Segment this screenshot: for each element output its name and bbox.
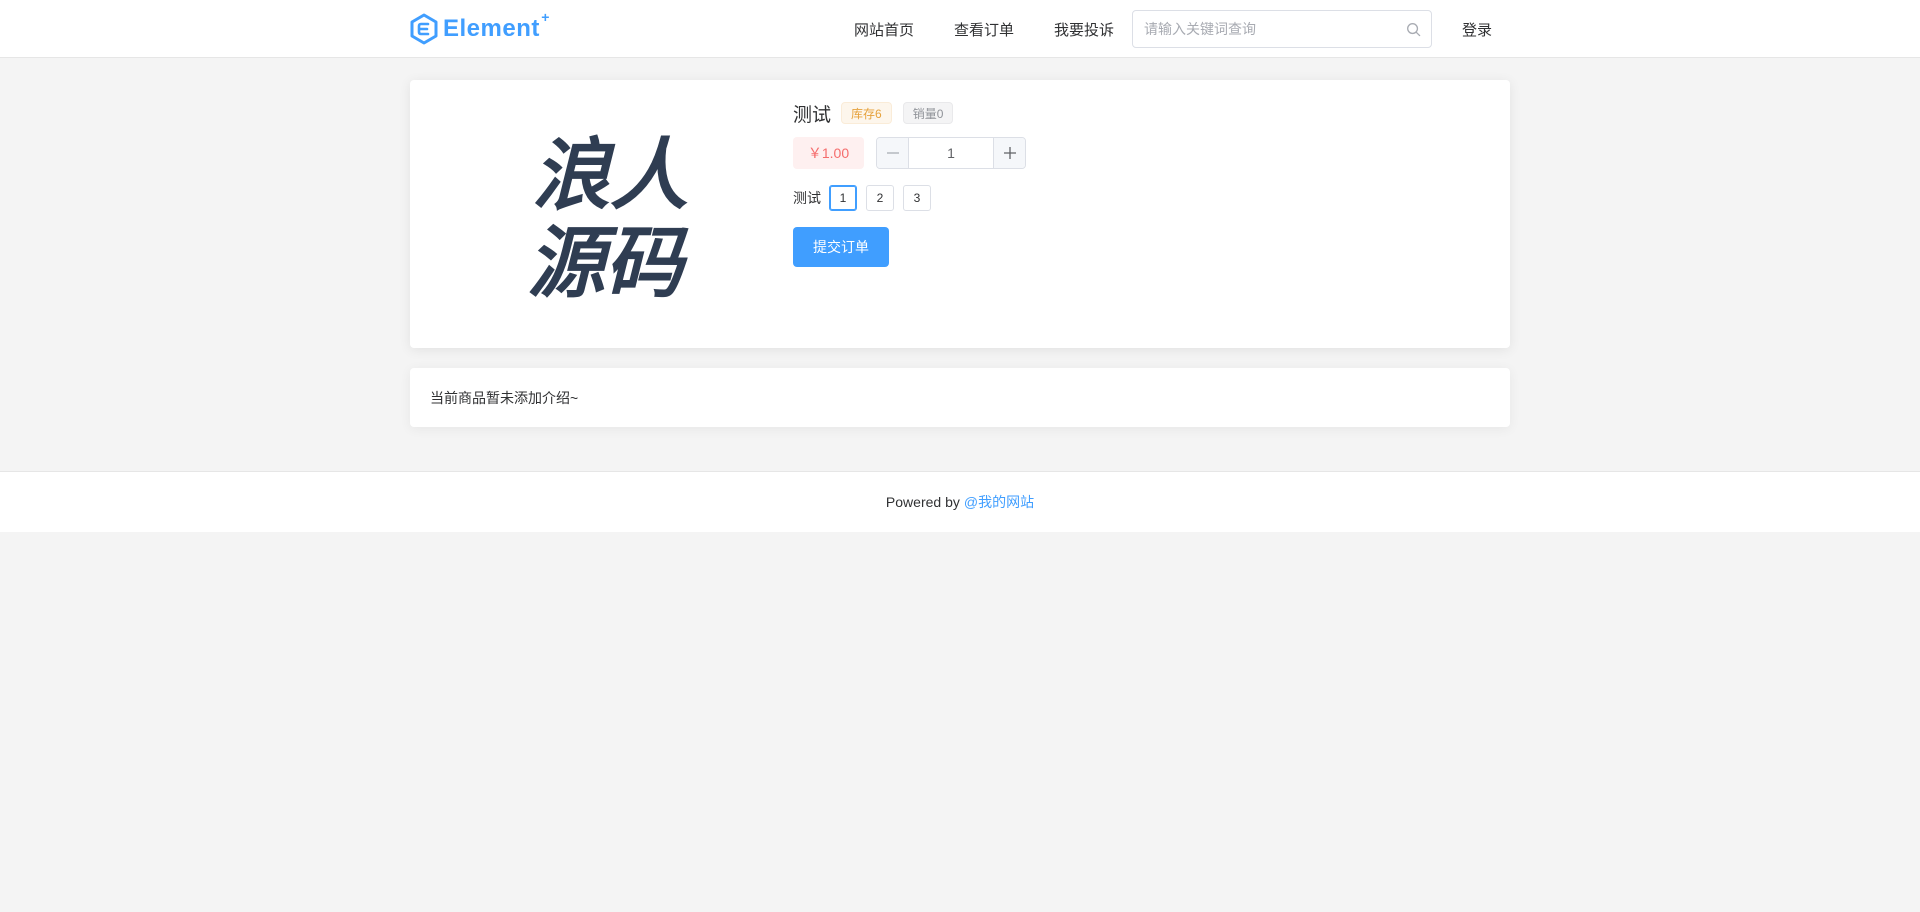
plus-icon bbox=[1003, 147, 1016, 159]
spec-option-2[interactable]: 2 bbox=[866, 185, 894, 211]
logo-sup: + bbox=[541, 9, 550, 25]
sales-badge: 销量0 bbox=[902, 102, 954, 124]
price-row: ￥1.00 1 bbox=[793, 137, 1026, 169]
product-image: 浪人 源码 bbox=[527, 130, 689, 309]
product-card: 浪人 源码 测试 库存6 销量0 ￥1.00 1 测试 1 2 3 提交订单 bbox=[410, 80, 1510, 348]
minus-icon bbox=[886, 152, 899, 154]
footer-site-link[interactable]: @我的网站 bbox=[964, 492, 1034, 512]
powered-by-text: Powered by bbox=[885, 494, 960, 510]
stock-badge: 库存6 bbox=[841, 102, 892, 124]
search-input[interactable] bbox=[1133, 11, 1393, 47]
price-badge: ￥1.00 bbox=[793, 137, 864, 169]
nav-home[interactable]: 网站首页 bbox=[854, 19, 914, 40]
product-info: 测试 库存6 销量0 ￥1.00 1 测试 1 2 3 提交订单 bbox=[793, 100, 1026, 267]
product-image-line2: 源码 bbox=[527, 218, 689, 309]
login-link[interactable]: 登录 bbox=[1462, 0, 1492, 58]
quantity-stepper: 1 bbox=[876, 137, 1026, 169]
description-card: 当前商品暂未添加介绍~ bbox=[410, 368, 1510, 427]
title-row: 测试 库存6 销量0 bbox=[793, 100, 1026, 126]
nav-complaint[interactable]: 我要投诉 bbox=[1054, 19, 1114, 40]
footer: Powered by @我的网站 bbox=[0, 471, 1920, 532]
nav-orders[interactable]: 查看订单 bbox=[954, 19, 1014, 40]
header: Element+ 网站首页 查看订单 我要投诉 登录 bbox=[0, 0, 1920, 58]
increase-button[interactable] bbox=[993, 138, 1025, 168]
spec-label: 测试 bbox=[793, 190, 821, 206]
spec-option-3[interactable]: 3 bbox=[903, 185, 931, 211]
logo-text: Element + bbox=[443, 9, 550, 42]
decrease-button[interactable] bbox=[877, 138, 909, 168]
logo[interactable]: Element + bbox=[409, 9, 550, 46]
element-logo-icon bbox=[410, 13, 438, 45]
description-text: 当前商品暂未添加介绍~ bbox=[430, 389, 579, 406]
main-nav: 网站首页 查看订单 我要投诉 bbox=[854, 0, 1114, 58]
search-icon[interactable] bbox=[1406, 22, 1421, 37]
spec-option-1[interactable]: 1 bbox=[829, 185, 857, 211]
quantity-input[interactable]: 1 bbox=[909, 138, 993, 168]
submit-order-button[interactable]: 提交订单 bbox=[793, 227, 889, 267]
spec-row: 测试 1 2 3 bbox=[793, 184, 1026, 212]
product-title: 测试 bbox=[793, 104, 832, 126]
product-image-line1: 浪人 bbox=[532, 130, 688, 221]
search-box bbox=[1132, 10, 1432, 48]
